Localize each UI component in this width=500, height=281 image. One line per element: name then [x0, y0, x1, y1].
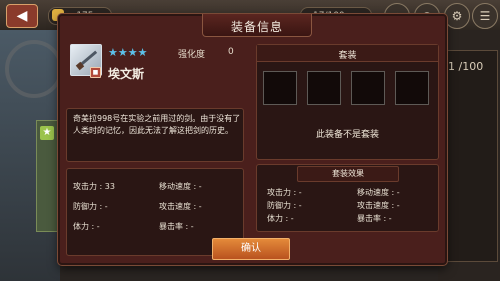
- stat-attack-speed: 攻击速度 : -: [159, 202, 202, 211]
- enhance-value: 0: [228, 47, 234, 57]
- stat-attack: 攻击力 : 33: [73, 182, 115, 191]
- inventory-panel: [440, 50, 498, 262]
- set-slot-2[interactable]: [307, 71, 341, 105]
- gear-decoration-icon: [5, 40, 63, 98]
- set-none-text: 此装备不是套装: [315, 130, 379, 140]
- effect-crit: 暴击率 : -: [357, 214, 392, 223]
- stat-move-speed: 移动速度 : -: [159, 182, 202, 191]
- item-description: 奇美拉998号在实验之前用过的剑。由于没有了人类时的记忆，因此无法了解这把剑的历…: [73, 114, 241, 135]
- item-panel: ■ ★★★★ 强化度 0 埃文斯 奇美拉998号在实验之前用过的剑。由于没有了人…: [66, 38, 246, 256]
- dialog-title: 装备信息: [230, 20, 283, 34]
- set-effect-header: 套装效果: [297, 166, 399, 182]
- dialog-title-bar: 装备信息: [202, 14, 312, 37]
- item-name: 埃文斯: [108, 67, 145, 81]
- set-header: 套装: [257, 45, 438, 62]
- star-rating: ★★★★: [108, 46, 148, 59]
- effect-move-speed: 移动速度 : -: [357, 188, 400, 197]
- set-panel: 套装 此装备不是套装: [256, 44, 439, 160]
- stat-hp: 体力 : -: [73, 222, 100, 231]
- effect-hp: 体力 : -: [267, 214, 294, 223]
- item-header: ■ ★★★★ 强化度 0 埃文斯: [66, 38, 246, 108]
- set-title: 套装: [338, 51, 357, 61]
- description-box: 奇美拉998号在实验之前用过的剑。由于没有了人类时的记忆，因此无法了解这把剑的历…: [66, 108, 244, 162]
- stat-defense: 防御力 : -: [73, 202, 108, 211]
- effect-attack: 攻击力 : -: [267, 188, 302, 197]
- enhance-label: 强化度: [178, 50, 206, 60]
- set-slot-1[interactable]: [263, 71, 297, 105]
- settings-icon[interactable]: ⚙: [444, 3, 470, 29]
- set-effect-panel: 套装效果 攻击力 : - 移动速度 : - 防御力 : - 攻击速度 : - 体…: [256, 164, 439, 232]
- effect-defense: 防御力 : -: [267, 201, 302, 210]
- star-badge-icon: ★: [40, 126, 54, 140]
- inventory-counter: 1 /100: [448, 60, 484, 73]
- stat-crit: 暴击率 : -: [159, 222, 194, 231]
- lock-icon: ■: [90, 67, 101, 78]
- back-button[interactable]: ◀: [6, 4, 38, 28]
- confirm-button[interactable]: 确认: [212, 238, 290, 260]
- equipment-info-dialog: 装备信息 ■ ★★★★ 强化度 0 埃文斯 奇美拉998号在实验之前用过的剑。由…: [58, 14, 447, 265]
- set-slot-4[interactable]: [395, 71, 429, 105]
- set-effect-title: 套装效果: [332, 169, 364, 178]
- set-slot-3[interactable]: [351, 71, 385, 105]
- menu-icon[interactable]: ☰: [472, 3, 498, 29]
- effect-attack-speed: 攻击速度 : -: [357, 201, 400, 210]
